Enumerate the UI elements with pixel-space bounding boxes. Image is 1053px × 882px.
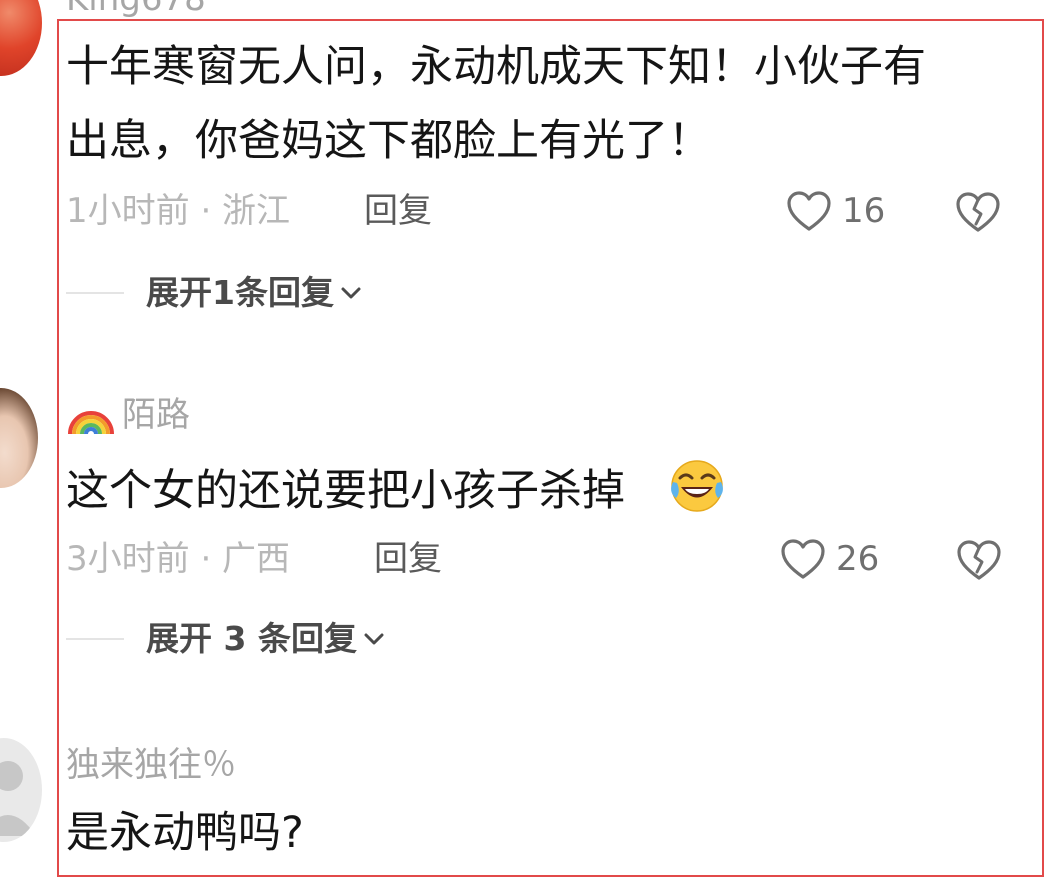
highlight-box xyxy=(57,19,1044,877)
avatar-user-3[interactable] xyxy=(0,738,42,842)
default-user-icon xyxy=(0,761,36,836)
comment-screenshot: King678 十年寒窗无人问，永动机成天下知！小伙子有 出息，你爸妈这下都脸上… xyxy=(0,0,1053,882)
avatar-user-1[interactable] xyxy=(0,0,42,76)
avatar-user-2[interactable] xyxy=(0,388,38,488)
comment-1-username[interactable]: King678 xyxy=(66,0,206,16)
